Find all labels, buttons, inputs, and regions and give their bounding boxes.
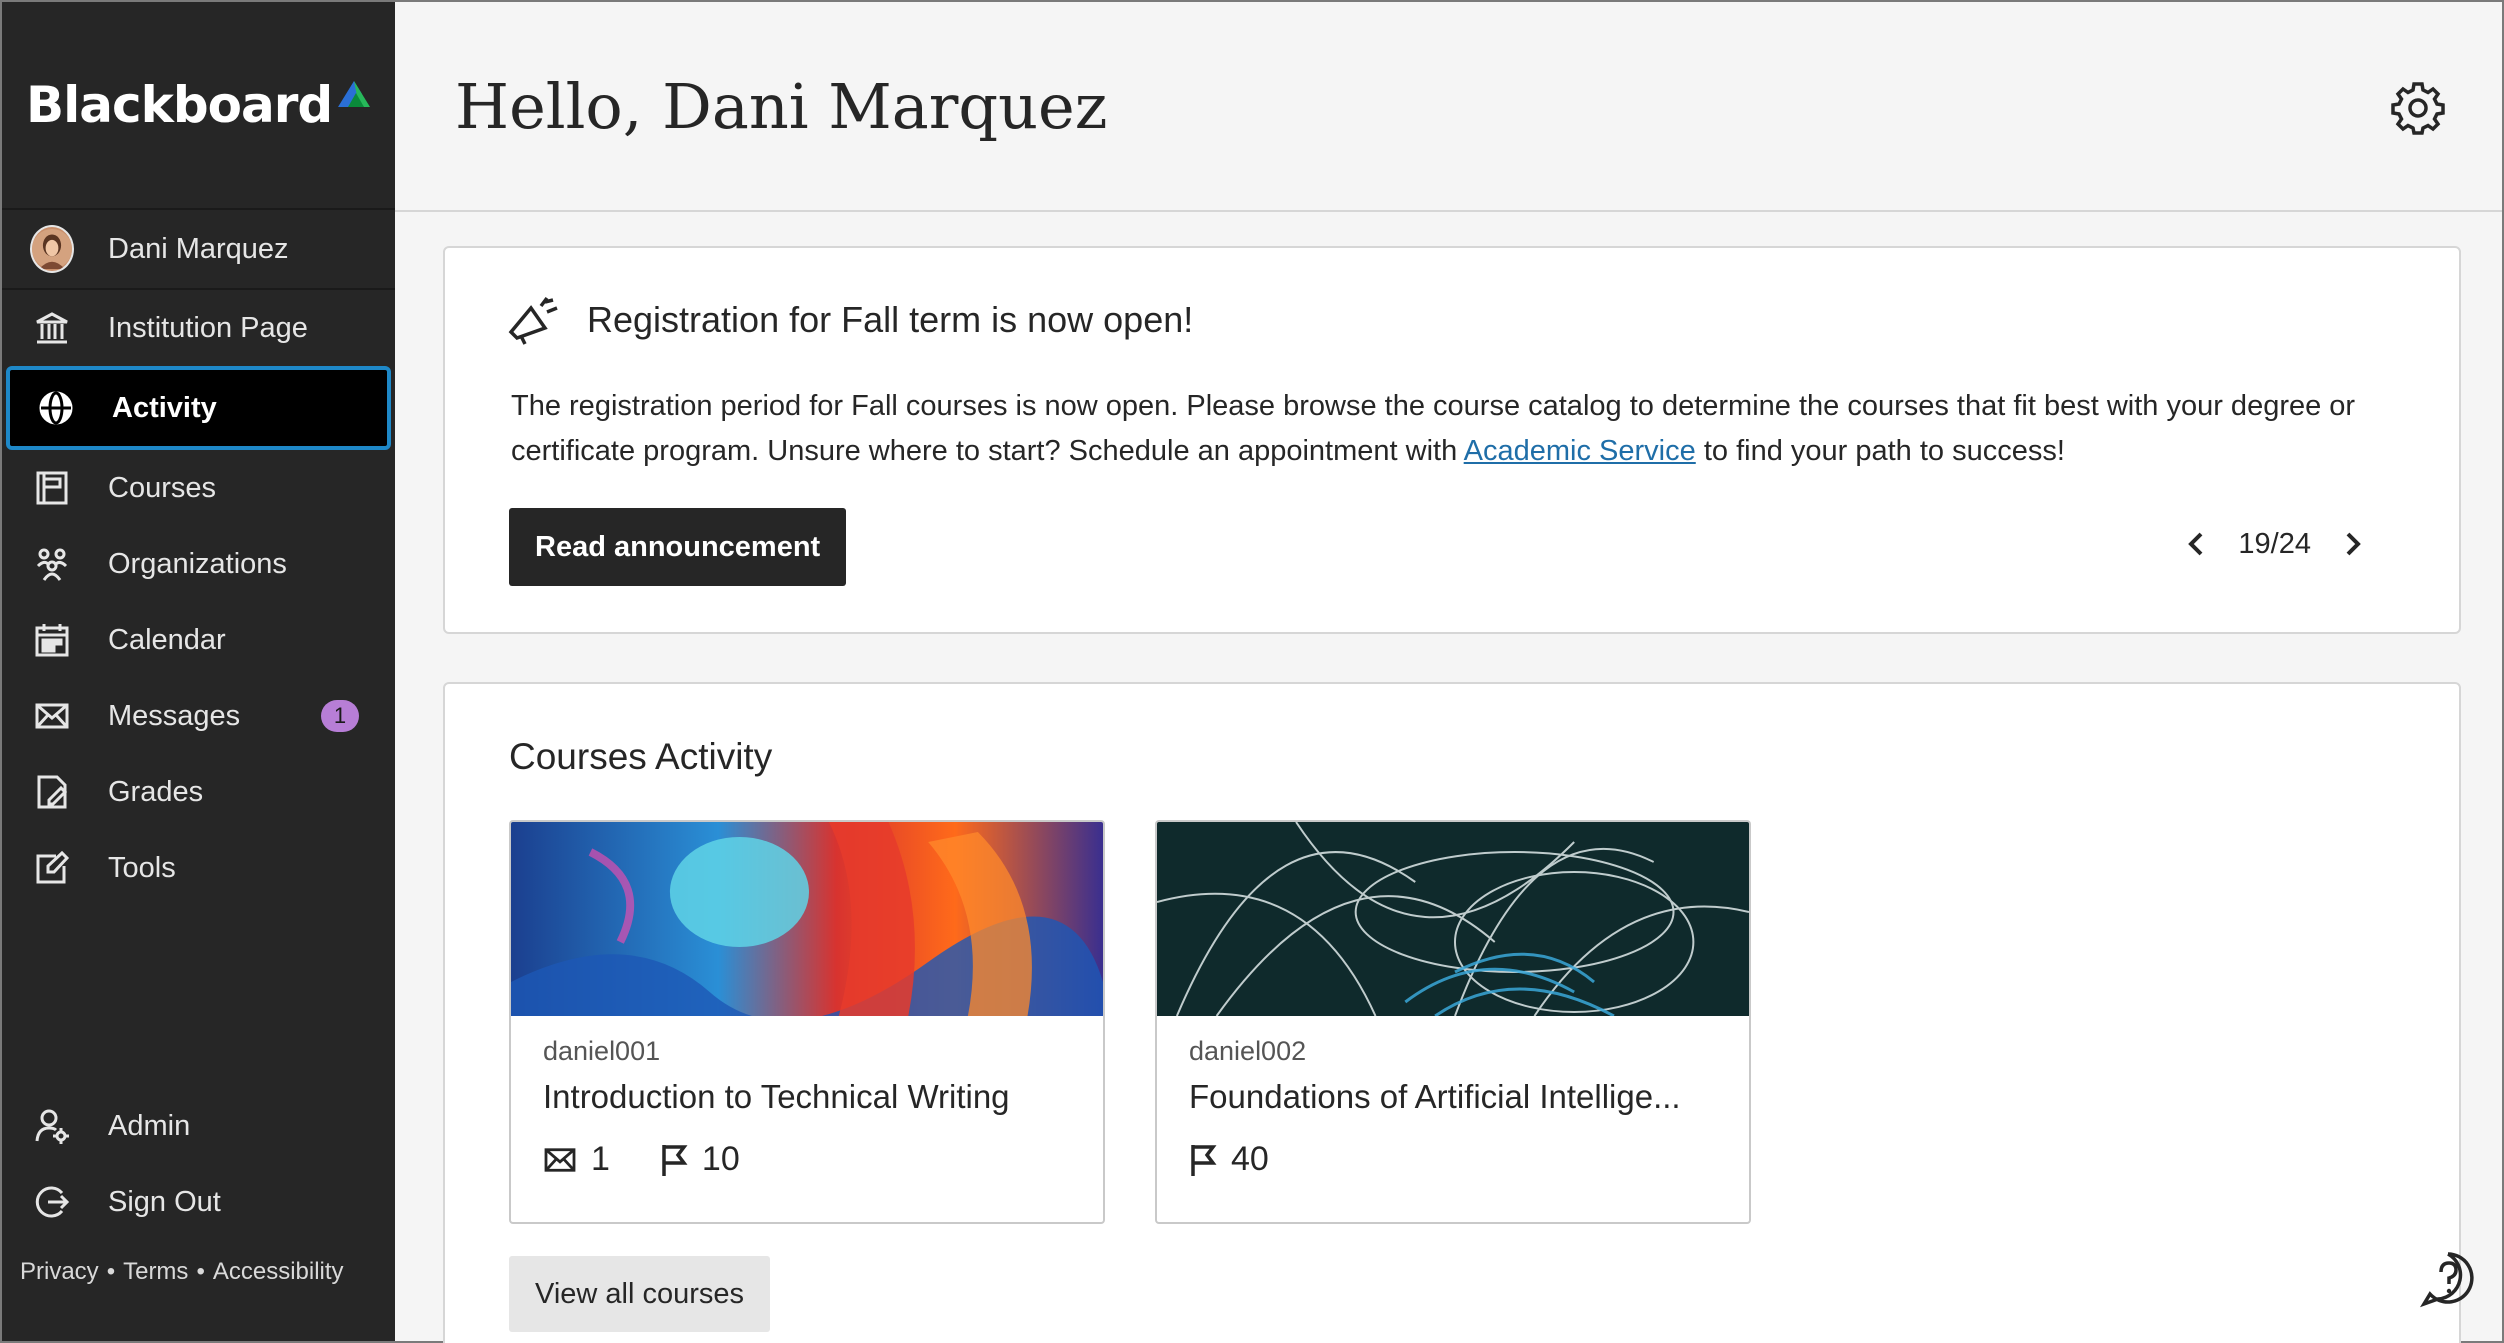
blackboard-logo-icon (338, 81, 371, 107)
avatar (30, 225, 74, 273)
sidebar-item-tools[interactable]: Tools (2, 830, 395, 906)
announcement-body: The registration period for Fall courses… (511, 390, 2356, 467)
chevron-left-icon[interactable] (2176, 524, 2216, 564)
messages-stat: 1 (543, 1140, 610, 1179)
app-window: Blackboard Dani Marquez Institution Page… (0, 0, 2504, 1343)
sidebar-item-label: Calendar (108, 623, 226, 656)
view-all-courses-button[interactable]: View all courses (509, 1256, 771, 1332)
course-code: daniel001 (543, 1036, 661, 1066)
sidebar-item-label: Tools (108, 851, 176, 884)
messages-count-badge: 1 (321, 700, 359, 732)
brand-name: Blackboard (26, 76, 333, 134)
sidebar-item-activity[interactable]: Activity (6, 366, 391, 450)
page-header: Hello, Dani Marquez (395, 2, 2502, 212)
sidebar-item-label: Courses (108, 471, 216, 504)
courses-icon (30, 466, 74, 510)
admin-icon (30, 1104, 74, 1148)
sidebar-item-label: Organizations (108, 547, 287, 580)
academic-service-link[interactable]: Academic Service (1464, 435, 1696, 467)
separator: • (196, 1258, 205, 1285)
sidebar-item-courses[interactable]: Courses (2, 450, 395, 526)
sidebar: Blackboard Dani Marquez Institution Page… (2, 2, 395, 1341)
chevron-right-icon[interactable] (2333, 524, 2373, 564)
course-card[interactable]: daniel002 Foundations of Artificial Inte… (1155, 820, 1751, 1224)
messages-count: 1 (591, 1140, 610, 1178)
read-announcement-button[interactable]: Read announcement (509, 508, 847, 586)
envelope-icon (30, 694, 74, 738)
main-nav: Dani Marquez Institution Page Activity C… (2, 210, 395, 906)
sidebar-item-label: Grades (108, 775, 204, 808)
terms-link[interactable]: Terms (123, 1258, 188, 1285)
flags-stat: 10 (660, 1140, 740, 1179)
course-card[interactable]: daniel001 Introduction to Technical Writ… (509, 820, 1105, 1224)
accessibility-link[interactable]: Accessibility (213, 1258, 344, 1285)
course-thumbnail-image (511, 822, 1103, 1016)
separator: • (106, 1258, 116, 1285)
course-name: Introduction to Technical Writing (543, 1078, 1010, 1115)
sidebar-item-label: Activity (112, 391, 217, 424)
course-stats: 1 10 (543, 1140, 790, 1179)
tools-icon (30, 846, 74, 890)
flag-icon (662, 1144, 688, 1176)
announcement-pager: 19/24 (2176, 524, 2373, 564)
sidebar-item-institution-page[interactable]: Institution Page (2, 290, 395, 366)
bottom-nav: Admin Sign Out (2, 1088, 395, 1240)
pager-count: 19/24 (2238, 527, 2311, 560)
sidebar-item-organizations[interactable]: Organizations (2, 526, 395, 602)
calendar-icon (30, 618, 74, 662)
help-icon[interactable] (2418, 1248, 2478, 1308)
globe-icon (34, 386, 78, 430)
sidebar-item-profile[interactable]: Dani Marquez (2, 210, 395, 290)
sidebar-item-calendar[interactable]: Calendar (2, 602, 395, 678)
sidebar-item-label: Sign Out (108, 1185, 221, 1218)
envelope-icon (544, 1147, 576, 1172)
page-title: Hello, Dani Marquez (455, 69, 1108, 143)
course-stats: 40 (1189, 1140, 1319, 1179)
sidebar-item-messages[interactable]: Messages 1 (2, 678, 395, 754)
avatar-face-icon (32, 229, 72, 269)
sidebar-item-label: Institution Page (108, 311, 308, 344)
sidebar-item-label: Messages (108, 699, 241, 732)
sidebar-item-sign-out[interactable]: Sign Out (2, 1164, 395, 1240)
course-name: Foundations of Artificial Intellige... (1189, 1078, 1681, 1115)
gear-icon[interactable] (2390, 80, 2446, 136)
course-code: daniel002 (1189, 1036, 1307, 1066)
main-content: Hello, Dani Marquez Registration for Fal… (395, 2, 2502, 1343)
grades-icon (30, 770, 74, 814)
flags-count: 10 (701, 1140, 740, 1178)
announcement-card: Registration for Fall term is now open! … (443, 246, 2461, 634)
sidebar-item-label: Admin (108, 1109, 191, 1142)
sidebar-item-label: Dani Marquez (108, 232, 289, 265)
sidebar-item-admin[interactable]: Admin (2, 1088, 395, 1164)
sign-out-icon (30, 1180, 74, 1224)
courses-activity-card: Courses Activity daniel001 Introduction … (443, 682, 2461, 1343)
flags-stat: 40 (1189, 1140, 1269, 1179)
announcement-title: Registration for Fall term is now open! (587, 299, 1194, 340)
section-title: Courses Activity (509, 736, 773, 777)
brand-logo[interactable]: Blackboard (2, 2, 395, 210)
sidebar-item-grades[interactable]: Grades (2, 754, 395, 830)
organizations-icon (30, 542, 74, 586)
institution-icon (30, 306, 74, 350)
flags-count: 40 (1231, 1140, 1269, 1178)
flag-icon (1191, 1144, 1217, 1176)
megaphone-icon (508, 296, 558, 345)
course-thumbnail-image (1157, 822, 1749, 1016)
privacy-link[interactable]: Privacy (20, 1258, 99, 1285)
legal-links: Privacy • Terms • Accessibility (20, 1258, 344, 1286)
